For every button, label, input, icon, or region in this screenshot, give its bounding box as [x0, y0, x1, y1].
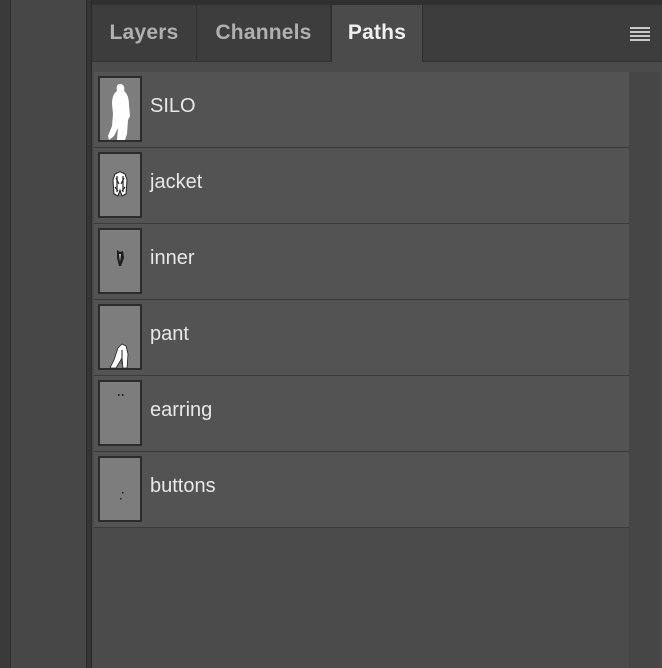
path-name: pant [150, 323, 189, 345]
buttons-shape-icon [98, 456, 142, 522]
earring-shape-icon [98, 380, 142, 446]
tab-channels[interactable]: Channels [197, 5, 331, 61]
tab-paths[interactable]: Paths [331, 5, 423, 62]
path-row-buttons[interactable]: buttons [94, 452, 629, 528]
paths-panel: Layers Channels Paths SILO jacket inner … [92, 0, 662, 668]
pant-shape-icon [98, 304, 142, 370]
hamburger-menu-icon[interactable] [630, 27, 650, 41]
path-row-earring[interactable]: earring [94, 376, 629, 452]
path-name: jacket [150, 171, 203, 193]
panel-tab-bar: Layers Channels Paths [92, 0, 662, 62]
path-row-inner[interactable]: inner [94, 224, 629, 300]
path-name: buttons [150, 475, 216, 497]
left-dock-panel [11, 0, 86, 668]
path-row-pant[interactable]: pant [94, 300, 629, 376]
path-name: inner [150, 247, 195, 269]
path-name: SILO [150, 95, 196, 117]
path-row-jacket[interactable]: jacket [94, 148, 629, 224]
tab-layers[interactable]: Layers [92, 5, 197, 61]
photoshop-window: Layers Channels Paths SILO jacket inner … [0, 0, 662, 668]
path-name: earring [150, 399, 213, 421]
paths-list: SILO jacket inner pant earring buttons [94, 72, 629, 528]
path-row-silo[interactable]: SILO [94, 72, 629, 148]
jacket-shape-icon [98, 152, 142, 218]
inner-shape-icon [98, 228, 142, 294]
silhouette-full-figure-icon [98, 76, 142, 142]
vertical-scrollbar[interactable] [629, 72, 660, 668]
left-edge-strip [0, 0, 11, 668]
